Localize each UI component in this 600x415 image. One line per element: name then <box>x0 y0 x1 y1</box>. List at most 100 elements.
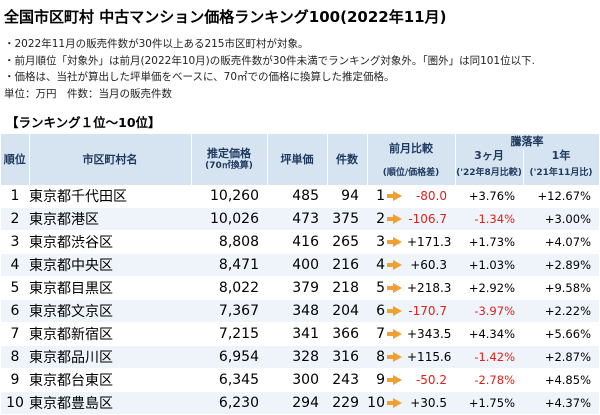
header-rate: 騰落率 <box>455 134 600 149</box>
one-year-cell: +2.22% <box>523 299 599 323</box>
table-row: 10 東京都豊島区 6,230 294 229 10 +30.5 +1.75% +4.37% <box>1 391 599 415</box>
note-line: ・2022年11月の販売件数が30件以上ある215市区町村が対象。 <box>4 38 309 50</box>
header-prev-sub: (順位/価格差) <box>367 162 456 185</box>
header-prev: 前月比較 <box>367 134 456 162</box>
arrow-right-icon <box>386 375 402 385</box>
table-row: 9 東京都台東区 6,345 300 243 9 -50.2 -2.78% +4.85% <box>1 368 599 392</box>
rank-cell: 8 <box>1 345 29 369</box>
arrow-right-icon <box>386 214 402 224</box>
one-year-cell: +4.07% <box>523 230 599 254</box>
header-price-sub: (70㎡換算) <box>205 160 253 171</box>
table-row: 3 東京都渋谷区 8,808 416 265 3 +171.3 +1.73% +4.07% <box>1 230 599 254</box>
arrow-right-icon <box>386 352 402 362</box>
price-diff-cell: -50.2 <box>407 368 455 392</box>
city-cell: 東京都中央区 <box>29 253 191 277</box>
rank-cell: 4 <box>1 253 29 277</box>
header-one-year: 1年 <box>523 149 600 162</box>
three-month-cell: +1.03% <box>455 253 523 277</box>
rank-cell: 10 <box>1 391 29 415</box>
table-row: 4 東京都中央区 8,471 400 216 4 +60.3 +1.03% +2.89% <box>1 253 599 277</box>
rank-cell: 6 <box>1 299 29 323</box>
tsubo-cell: 400 <box>267 253 327 277</box>
rank-cell: 5 <box>1 276 29 300</box>
rank-cell: 3 <box>1 230 29 254</box>
price-cell: 10,260 <box>191 185 267 208</box>
header-price: 推定価格 (70㎡換算) <box>191 134 268 185</box>
table-row: 8 東京都品川区 6,954 328 316 8 +115.6 -1.42% +2.87% <box>1 345 599 369</box>
price-cell: 7,367 <box>191 299 267 323</box>
count-cell: 316 <box>327 345 367 369</box>
city-cell: 東京都品川区 <box>29 345 191 369</box>
three-month-cell: +4.34% <box>455 322 523 346</box>
arrow-cell <box>386 253 407 277</box>
one-year-cell: +5.66% <box>523 322 599 346</box>
arrow-cell <box>386 322 407 346</box>
price-diff-cell: -106.7 <box>407 207 455 231</box>
header-prev-label: 前月比較 <box>389 141 433 155</box>
prev-rank-cell: 1 <box>367 185 387 208</box>
three-month-cell: -1.34% <box>455 207 523 231</box>
price-diff-cell: +115.6 <box>407 345 455 369</box>
header-city: 市区町村名 <box>29 134 192 185</box>
count-cell: 243 <box>327 368 367 392</box>
prev-rank-cell: 6 <box>367 299 387 323</box>
price-diff-cell: +218.3 <box>407 276 455 300</box>
price-cell: 8,471 <box>191 253 267 277</box>
header-price-label: 推定価格 <box>207 146 251 160</box>
count-cell: 366 <box>327 322 367 346</box>
one-year-cell: +12.67% <box>523 185 599 208</box>
arrow-right-icon <box>386 398 402 408</box>
arrow-cell <box>386 368 407 392</box>
city-cell: 東京都新宿区 <box>29 322 191 346</box>
table-row: 5 東京都目黒区 8,022 379 218 5 +218.3 +2.92% +9.58% <box>1 276 599 300</box>
note-line: ・前月順位「対象外」は前月(2022年10月)の販売件数が30件未満でランキング… <box>4 54 535 67</box>
city-cell: 東京都渋谷区 <box>29 230 191 254</box>
table-row: 2 東京都港区 10,026 473 375 2 -106.7 -1.34% +3.00% <box>1 207 599 231</box>
prev-rank-cell: 2 <box>367 207 387 231</box>
count-cell: 94 <box>327 185 367 208</box>
tsubo-cell: 328 <box>267 345 327 369</box>
one-year-cell: +3.00% <box>523 207 599 231</box>
arrow-right-icon <box>386 260 402 270</box>
price-diff-cell: +171.3 <box>407 230 455 254</box>
price-cell: 6,345 <box>191 368 267 392</box>
tsubo-cell: 341 <box>267 322 327 346</box>
arrow-right-icon <box>386 191 402 201</box>
arrow-cell <box>386 299 407 323</box>
price-cell: 6,954 <box>191 345 267 369</box>
table-row: 7 東京都新宿区 7,215 341 366 7 +343.5 +4.34% +5.66% <box>1 322 599 346</box>
three-month-cell: +1.75% <box>455 391 523 415</box>
tsubo-cell: 379 <box>267 276 327 300</box>
note-line: 単位：万円 件数：当月の販売件数 <box>4 87 172 100</box>
header-three-month-sub: ('22年8月比較) <box>455 162 524 185</box>
price-diff-cell: +60.3 <box>407 253 455 277</box>
page-title: 全国市区町村 中古マンション価格ランキング100(2022年11月) <box>4 8 447 26</box>
tsubo-cell: 348 <box>267 299 327 323</box>
three-month-cell: +2.92% <box>455 276 523 300</box>
one-year-cell: +2.89% <box>523 253 599 277</box>
three-month-cell: +1.73% <box>455 230 523 254</box>
price-cell: 6,230 <box>191 391 267 415</box>
header-one-year-sub: ('21年11月比) <box>523 162 600 185</box>
city-cell: 東京都目黒区 <box>29 276 191 300</box>
three-month-cell: +3.76% <box>455 185 523 208</box>
three-month-cell: -3.97% <box>455 299 523 323</box>
count-cell: 265 <box>327 230 367 254</box>
arrow-right-icon <box>386 329 402 339</box>
tsubo-cell: 485 <box>267 185 327 208</box>
prev-rank-cell: 3 <box>367 230 387 254</box>
prev-rank-cell: 5 <box>367 276 387 300</box>
arrow-cell <box>386 391 407 415</box>
rank-cell: 1 <box>1 185 29 208</box>
price-diff-cell: +30.5 <box>407 391 455 415</box>
arrow-cell <box>386 185 407 208</box>
city-cell: 東京都千代田区 <box>29 185 191 208</box>
arrow-right-icon <box>386 306 402 316</box>
tsubo-cell: 294 <box>267 391 327 415</box>
tsubo-cell: 473 <box>267 207 327 231</box>
count-cell: 229 <box>327 391 367 415</box>
count-cell: 375 <box>327 207 367 231</box>
ranking-table: 順位 市区町村名 推定価格 (70㎡換算) 坪単価 件数 前月比較 騰落率 3ヶ… <box>1 134 600 415</box>
city-cell: 東京都豊島区 <box>29 391 191 415</box>
header-rank: 順位 <box>1 134 30 185</box>
